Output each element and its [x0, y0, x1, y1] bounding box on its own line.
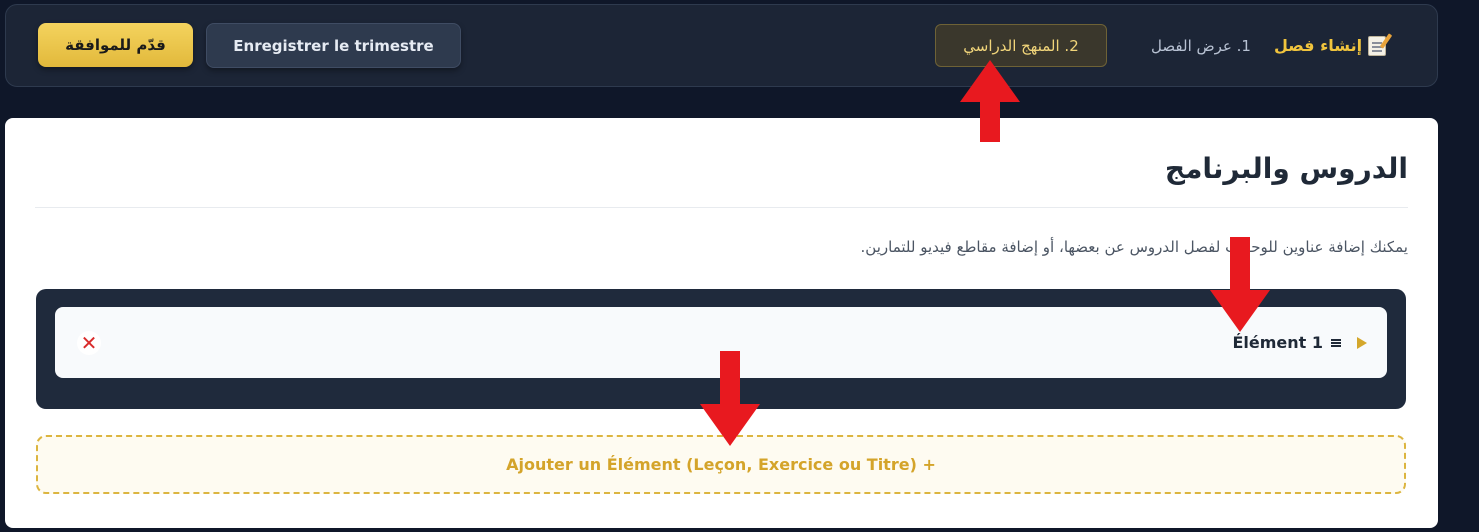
annotation-arrow-down-icon [1210, 237, 1270, 332]
annotation-arrow-up-icon [960, 60, 1020, 142]
brand-title: إنشاء فصل [1274, 36, 1363, 55]
close-icon: ✕ [80, 331, 98, 355]
save-term-button[interactable]: Enregistrer le trimestre [206, 23, 461, 68]
remove-item-button[interactable]: ✕ [77, 331, 101, 355]
memo-icon [1368, 35, 1387, 56]
top-bar: قدّم للموافقة Enregistrer le trimestre 2… [5, 4, 1438, 87]
annotation-arrow-down-icon [700, 351, 760, 446]
step-tab-class-overview[interactable]: 1. عرض الفصل [1126, 24, 1276, 67]
divider [35, 207, 1408, 208]
expand-triangle-icon[interactable] [1357, 336, 1367, 349]
app-brand: إنشاء فصل [1274, 24, 1414, 67]
item-label: Élément 1 [1232, 333, 1323, 352]
section-description: يمكنك إضافة عناوين للوحدات لفصل الدروس ع… [860, 238, 1408, 256]
drag-handle-icon[interactable] [1331, 338, 1341, 347]
page-title: الدروس والبرنامج [1164, 152, 1408, 185]
submit-for-approval-button[interactable]: قدّم للموافقة [38, 23, 193, 67]
